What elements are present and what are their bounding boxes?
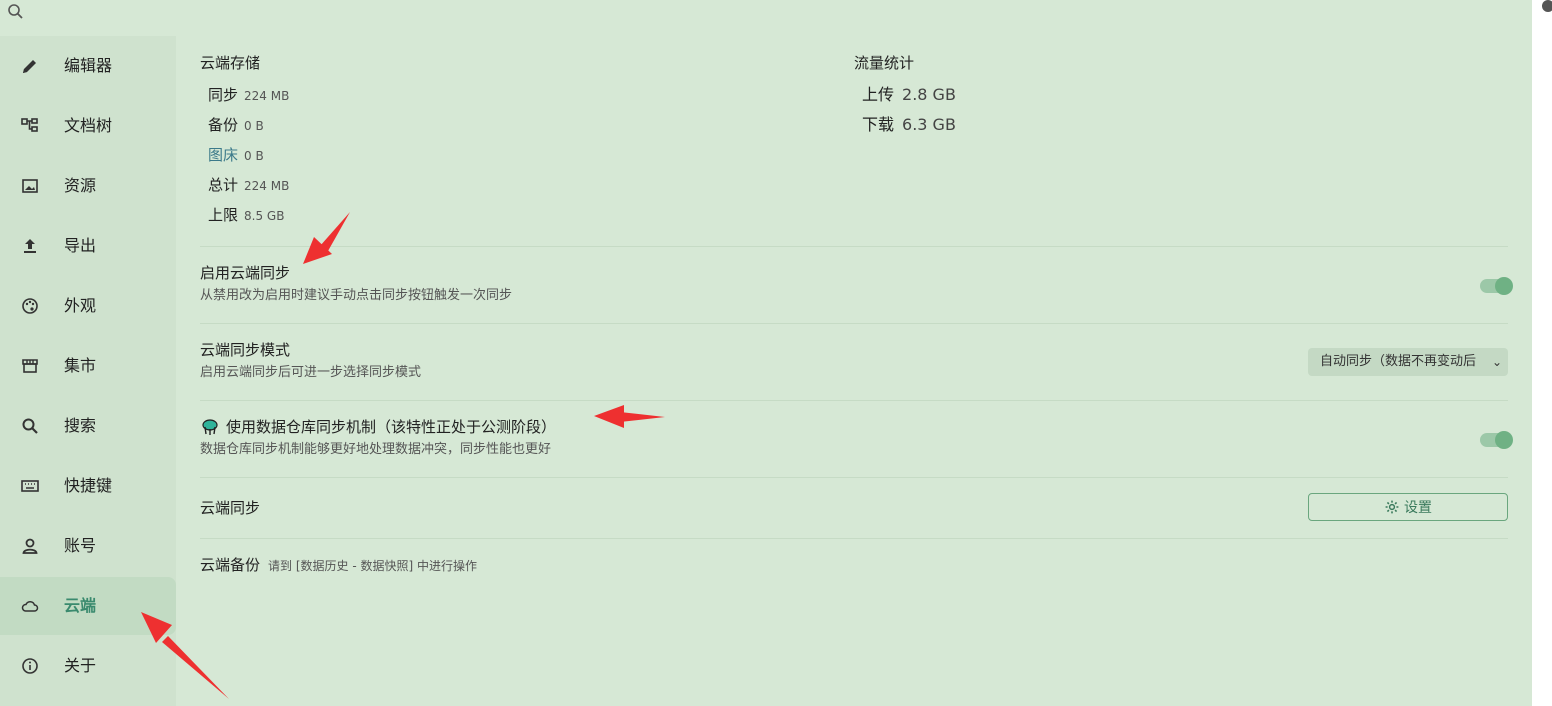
sidebar-item-label: 快捷键 — [64, 476, 113, 495]
storage-row-total: 总计 224 MB — [208, 176, 290, 194]
sidebar-item-appearance[interactable]: 外观 — [0, 277, 176, 335]
repo-sync-toggle[interactable] — [1480, 431, 1513, 449]
divider — [200, 477, 1508, 478]
sidebar-item-label: 云端 — [64, 596, 97, 615]
repo-sync-title: 使用数据仓库同步机制（该特性正处于公测阶段） — [226, 418, 557, 436]
divider — [200, 323, 1508, 324]
window-edge — [1532, 0, 1552, 706]
palette-icon — [22, 298, 38, 314]
cloud-settings-panel: 云端存储 同步 224 MB 备份 0 B 图床 0 B 总计 224 MB 上限 8.5… — [176, 36, 1532, 706]
settings-sidebar: 编辑器 文档树 资源 导出 外观 集市 搜索 快捷键 账号 云端 关于 — [0, 36, 176, 706]
toggle-knob — [1495, 277, 1513, 295]
cloud-icon — [21, 600, 39, 612]
storage-row-imagebed[interactable]: 图床 0 B — [208, 145, 264, 166]
sync-mode-select[interactable]: 自动同步（数据不再变动后 ⌄ — [1308, 348, 1508, 376]
sync-mode-desc: 启用云端同步后可进一步选择同步模式 — [200, 365, 422, 380]
search-icon — [22, 418, 38, 434]
search-icon[interactable] — [6, 2, 26, 22]
sidebar-item-label: 关于 — [64, 656, 97, 675]
enable-sync-desc: 从禁用改为启用时建议手动点击同步按钮触发一次同步 — [200, 288, 513, 303]
chevron-down-icon: ⌄ — [1491, 355, 1502, 369]
sidebar-item-label: 搜索 — [64, 416, 97, 435]
image-icon — [22, 179, 38, 193]
gear-icon — [1385, 500, 1399, 514]
keyboard-icon — [21, 480, 39, 492]
storage-row-backup: 备份 0 B — [208, 116, 264, 134]
cloud-backup-row: 云端备份 请到 [数据历史 - 数据快照] 中进行操作 — [200, 556, 477, 574]
tree-icon — [21, 118, 38, 132]
store-icon — [22, 359, 38, 373]
info-icon — [22, 658, 38, 674]
sidebar-item-search[interactable]: 搜索 — [0, 397, 176, 455]
enable-sync-title: 启用云端同步 — [200, 264, 291, 282]
cloud-sync-title: 云端同步 — [200, 499, 261, 517]
sidebar-item-account[interactable]: 账号 — [0, 517, 176, 575]
sidebar-item-editor[interactable]: 编辑器 — [0, 37, 176, 95]
storage-row-sync: 同步 224 MB — [208, 86, 290, 104]
pencil-icon — [23, 60, 36, 73]
sidebar-item-label: 编辑器 — [64, 56, 113, 75]
top-bar — [0, 0, 1532, 37]
sidebar-item-label: 账号 — [64, 536, 97, 555]
traffic-title: 流量统计 — [854, 54, 915, 72]
divider — [200, 246, 1508, 247]
sidebar-item-label: 导出 — [64, 236, 97, 255]
traffic-row-download: 下载 6.3 GB — [862, 115, 956, 134]
sidebar-item-about[interactable]: 关于 — [0, 637, 176, 695]
storage-row-limit: 上限 8.5 GB — [208, 206, 285, 224]
sidebar-item-keymap[interactable]: 快捷键 — [0, 457, 176, 515]
divider — [200, 538, 1508, 539]
sidebar-item-bazaar[interactable]: 集市 — [0, 337, 176, 395]
sidebar-item-export[interactable]: 导出 — [0, 217, 176, 275]
sidebar-item-label: 文档树 — [64, 116, 113, 135]
enable-sync-toggle[interactable] — [1480, 277, 1513, 295]
user-icon — [22, 538, 38, 554]
sync-settings-button[interactable]: 设置 — [1308, 493, 1508, 521]
sidebar-item-cloud[interactable]: 云端 — [0, 577, 176, 635]
storage-title: 云端存储 — [200, 54, 261, 72]
sidebar-item-assets[interactable]: 资源 — [0, 157, 176, 215]
export-icon — [24, 239, 36, 253]
divider — [200, 400, 1508, 401]
sidebar-item-doctree[interactable]: 文档树 — [0, 97, 176, 155]
traffic-row-upload: 上传 2.8 GB — [862, 85, 956, 104]
repo-sync-desc: 数据仓库同步机制能够更好地处理数据冲突，同步性能也更好 — [200, 442, 552, 457]
sidebar-item-label: 外观 — [64, 296, 97, 315]
beta-badge-icon — [202, 419, 218, 435]
sidebar-item-label: 集市 — [64, 356, 97, 375]
sidebar-item-label: 资源 — [64, 176, 97, 195]
sync-mode-title: 云端同步模式 — [200, 341, 291, 359]
toggle-knob — [1495, 431, 1513, 449]
close-icon[interactable] — [1542, 0, 1552, 12]
